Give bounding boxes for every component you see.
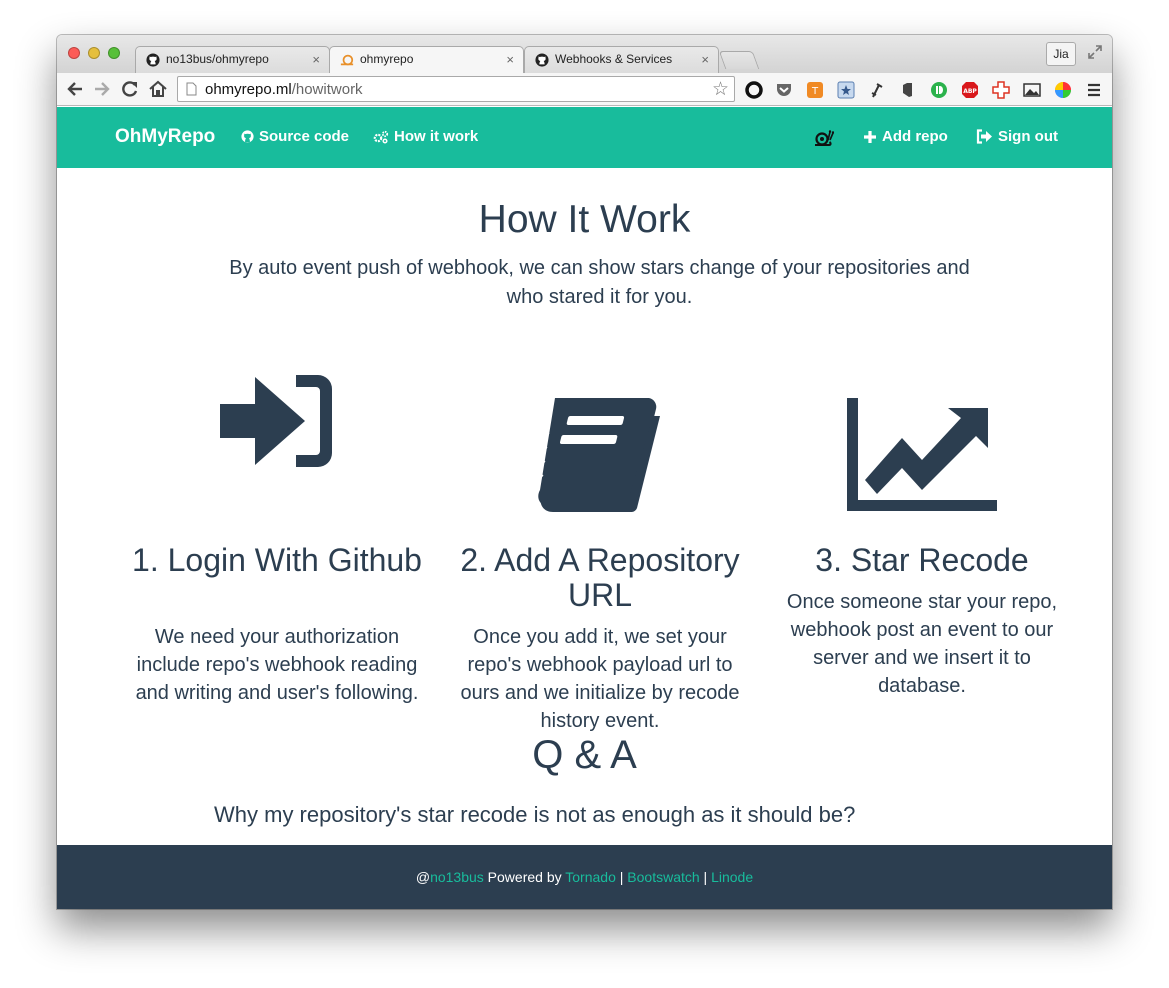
- evernote-icon[interactable]: [899, 81, 917, 99]
- tab-label: ohmyrepo: [360, 52, 414, 66]
- feature-title: 2. Add A Repository URL: [460, 542, 740, 613]
- qa-question: Why my repository's star recode is not a…: [214, 802, 856, 827]
- footer-author-link[interactable]: no13bus: [430, 869, 484, 885]
- nav-add-repo-label: Add repo: [882, 128, 948, 145]
- snail-icon[interactable]: [813, 127, 834, 147]
- forward-icon[interactable]: [92, 79, 112, 99]
- nav-how-it-work[interactable]: How it work: [373, 128, 478, 145]
- profile-button[interactable]: Jia: [1046, 42, 1076, 66]
- pocket-icon[interactable]: [775, 81, 793, 99]
- feature-desc: Once you add it, we set your repo's webh…: [460, 626, 740, 732]
- site-navbar: OhMyRepo Source code How it work Add rep…: [57, 107, 1112, 168]
- back-icon[interactable]: [65, 79, 85, 99]
- svg-text:T: T: [811, 86, 819, 97]
- github-icon: [146, 53, 160, 67]
- tab-close-icon[interactable]: ×: [701, 47, 709, 72]
- github-icon: [535, 53, 549, 67]
- address-bar[interactable]: ohmyrepo.ml/howitwork ☆: [177, 76, 735, 102]
- url-host: ohmyrepo.ml: [205, 81, 292, 98]
- footer-powered-by: Powered by: [483, 869, 566, 885]
- tab-label: no13bus/ohmyrepo: [166, 52, 269, 66]
- browser-window: no13bus/ohmyrepo × ohmyrepo × Webhooks &…: [57, 35, 1112, 909]
- tool-extension-icon[interactable]: [868, 81, 886, 99]
- nav-how-it-work-label: How it work: [394, 128, 479, 145]
- feature-desc: Once someone star your repo, webhook pos…: [786, 591, 1058, 697]
- footer-at: @: [415, 869, 431, 885]
- new-tab-button[interactable]: [718, 51, 760, 69]
- circle-extension-icon[interactable]: [745, 81, 763, 99]
- menu-icon[interactable]: [1085, 81, 1103, 99]
- page-lead: By auto event push of webhook, we can sh…: [229, 257, 970, 308]
- footer-separator: |: [615, 869, 628, 885]
- github-icon: [241, 130, 254, 143]
- close-window-button[interactable]: [68, 47, 80, 59]
- nav-add-repo[interactable]: Add repo: [863, 128, 948, 145]
- feature-desc: We need your authorization include repo'…: [135, 626, 419, 704]
- bookmark-extension-icon[interactable]: [837, 81, 855, 99]
- browser-toolbar: ohmyrepo.ml/howitwork ☆ T ABP: [57, 73, 1112, 106]
- nav-source-code-label: Source code: [259, 128, 350, 145]
- zoom-window-button[interactable]: [108, 47, 120, 59]
- reload-icon[interactable]: [120, 79, 140, 99]
- translate-extension-icon[interactable]: T: [806, 81, 824, 99]
- nav-source-code[interactable]: Source code: [241, 128, 349, 145]
- tab-github-repo[interactable]: no13bus/ohmyrepo ×: [135, 46, 330, 73]
- image-extension-icon[interactable]: [1023, 81, 1041, 99]
- home-icon[interactable]: [148, 79, 168, 99]
- footer-separator: |: [699, 869, 712, 885]
- tab-webhooks[interactable]: Webhooks & Services ×: [524, 46, 719, 73]
- minimize-window-button[interactable]: [88, 47, 100, 59]
- line-chart-icon: [847, 398, 997, 511]
- footer-tornado-link[interactable]: Tornado: [565, 869, 616, 885]
- sign-out-icon: [976, 129, 992, 144]
- color-picker-icon[interactable]: [1054, 81, 1072, 99]
- feature-title: 3. Star Recode: [815, 542, 1029, 578]
- footer-bootswatch-link[interactable]: Bootswatch: [627, 869, 699, 885]
- book-icon: [538, 398, 660, 512]
- feature-title: 1. Login With Github: [132, 542, 422, 578]
- footer-linode-link[interactable]: Linode: [711, 869, 753, 885]
- brand-link[interactable]: OhMyRepo: [115, 126, 215, 148]
- tab-label: Webhooks & Services: [555, 52, 673, 66]
- qa-title: Q & A: [532, 733, 637, 777]
- tab-ohmyrepo[interactable]: ohmyrepo ×: [329, 46, 524, 73]
- bookmark-star-icon[interactable]: ☆: [712, 78, 729, 101]
- nav-sign-out-label: Sign out: [998, 128, 1058, 145]
- main-content: How It Work By auto event push of webhoo…: [57, 168, 1112, 845]
- svg-text:ABP: ABP: [963, 88, 977, 95]
- fullscreen-icon[interactable]: [1087, 44, 1103, 60]
- tab-close-icon[interactable]: ×: [312, 47, 320, 72]
- page-title: How It Work: [478, 198, 691, 241]
- url-path: /howitwork: [291, 81, 363, 98]
- tab-close-icon[interactable]: ×: [506, 47, 514, 72]
- pushbullet-icon[interactable]: [930, 81, 948, 99]
- cross-extension-icon[interactable]: [992, 81, 1010, 99]
- page-icon: [186, 82, 197, 96]
- browser-titlebar: no13bus/ohmyrepo × ohmyrepo × Webhooks &…: [57, 35, 1112, 73]
- site-footer: @no13bus Powered by Tornado | Bootswatch…: [57, 845, 1112, 909]
- nav-sign-out[interactable]: Sign out: [976, 128, 1058, 145]
- adblock-icon[interactable]: ABP: [961, 81, 979, 99]
- plus-icon: [864, 130, 876, 143]
- sign-in-icon: [220, 375, 332, 467]
- snail-icon: [340, 54, 354, 66]
- cogs-icon: [373, 130, 389, 144]
